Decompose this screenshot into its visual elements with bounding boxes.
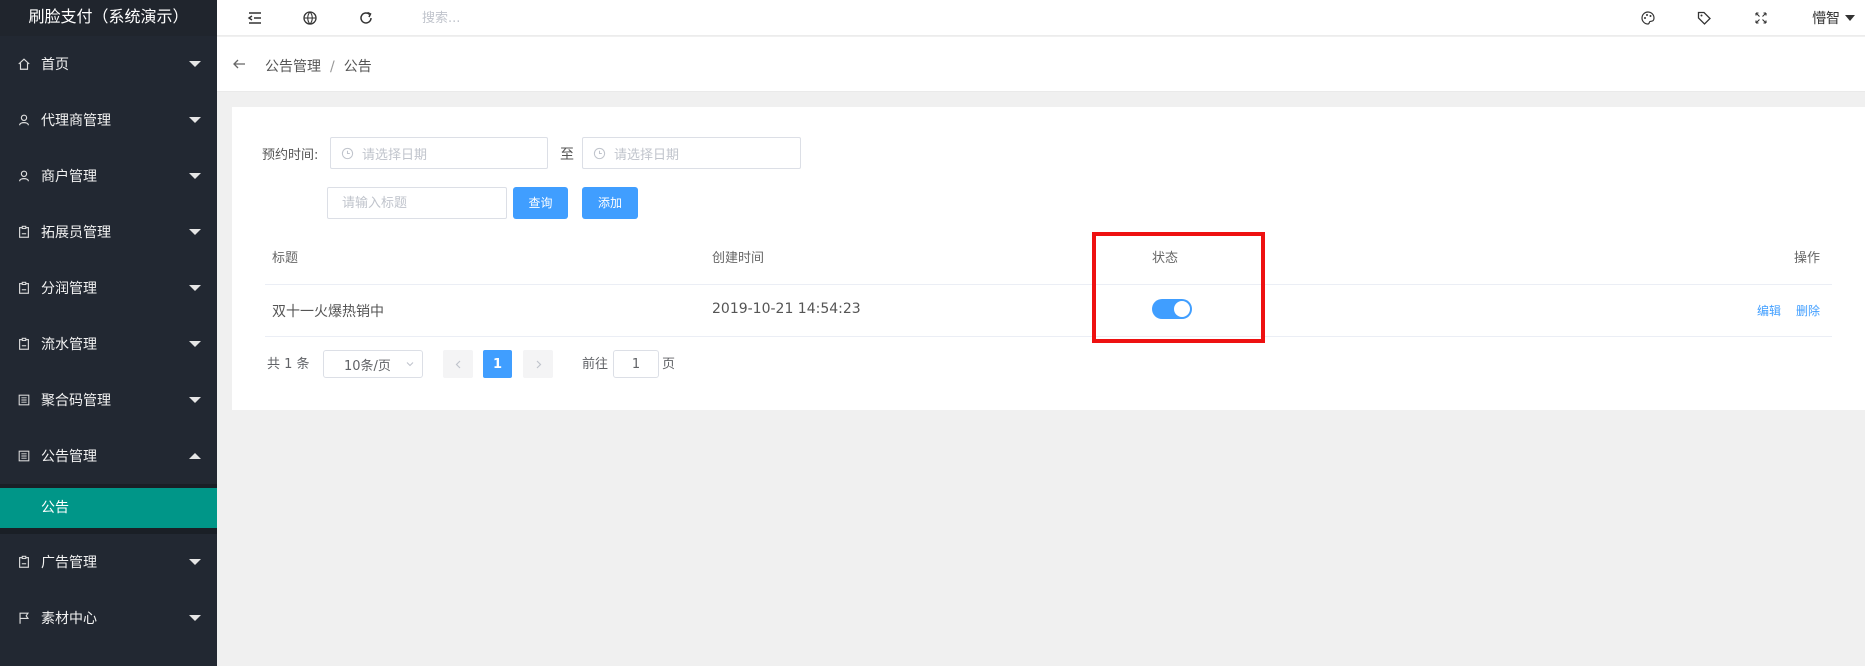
end-date-picker[interactable]: 请选择日期	[582, 137, 801, 169]
caret-up-icon	[189, 453, 201, 459]
breadcrumb-current: 公告	[343, 59, 372, 75]
sidebar-item-transactions[interactable]: 流水管理	[0, 316, 217, 372]
list-icon	[17, 449, 31, 463]
sidebar-item-label: 公告管理	[41, 449, 97, 465]
back-arrow-icon[interactable]	[231, 56, 247, 72]
sidebar-item-profit[interactable]: 分润管理	[0, 260, 217, 316]
clipboard-icon	[17, 225, 31, 239]
to-label: 至	[560, 147, 574, 163]
sidebar-item-ads[interactable]: 广告管理	[0, 534, 217, 590]
start-date-placeholder: 请选择日期	[362, 147, 428, 163]
page-size-value: 10条/页	[344, 358, 391, 374]
sidebar-item-label: 广告管理	[41, 555, 97, 571]
reservation-time-label: 预约时间:	[262, 148, 319, 163]
chevron-right-icon	[536, 360, 541, 368]
breadcrumb-bar: 公告管理 / 公告	[217, 37, 1865, 92]
clipboard-icon	[17, 337, 31, 351]
caret-down-icon	[189, 615, 201, 621]
caret-down-icon	[189, 229, 201, 235]
tag-icon[interactable]	[1695, 9, 1713, 27]
query-button[interactable]: 查询	[513, 187, 568, 219]
caret-down-icon	[189, 117, 201, 123]
caret-down-icon	[1845, 15, 1855, 21]
top-header: 懵智	[217, 0, 1865, 36]
row-created-time: 2019-10-21 14:54:23	[712, 301, 861, 317]
refresh-icon[interactable]	[357, 9, 375, 27]
add-button[interactable]: 添加	[582, 187, 638, 219]
row-divider	[265, 336, 1832, 337]
clipboard-icon	[17, 281, 31, 295]
sidebar-item-agents[interactable]: 代理商管理	[0, 92, 217, 148]
column-header-actions: 操作	[1794, 251, 1821, 266]
chevron-down-icon	[406, 362, 414, 367]
collapse-menu-icon[interactable]	[246, 9, 264, 27]
sidebar-item-materials[interactable]: 素材中心	[0, 590, 217, 646]
home-icon	[17, 57, 31, 71]
sidebar-item-aggregate-codes[interactable]: 聚合码管理	[0, 372, 217, 428]
prev-page-button[interactable]	[443, 350, 473, 378]
announcements-submenu: 公告	[0, 484, 217, 534]
sidebar-item-label: 流水管理	[41, 337, 97, 353]
highlight-box	[1092, 232, 1265, 343]
website-icon[interactable]	[301, 9, 319, 27]
breadcrumb-separator: /	[330, 59, 335, 75]
clipboard-icon	[17, 555, 31, 569]
start-date-picker[interactable]: 请选择日期	[330, 137, 548, 169]
sidebar-item-merchants[interactable]: 商户管理	[0, 148, 217, 204]
chevron-left-icon	[455, 360, 460, 368]
clock-icon	[341, 147, 354, 159]
row-divider	[265, 284, 1832, 285]
submenu-item-announcement[interactable]: 公告	[0, 488, 217, 528]
edit-link[interactable]: 编辑	[1757, 302, 1781, 319]
caret-down-icon	[189, 285, 201, 291]
user-icon	[17, 169, 31, 183]
fullscreen-icon[interactable]	[1752, 9, 1770, 27]
sidebar-item-promoters[interactable]: 拓展员管理	[0, 204, 217, 260]
user-menu[interactable]: 懵智	[1812, 8, 1855, 28]
breadcrumb-parent[interactable]: 公告管理	[265, 59, 321, 75]
sidebar-item-label: 首页	[41, 57, 69, 73]
flag-icon	[17, 611, 31, 625]
end-date-placeholder: 请选择日期	[614, 147, 680, 163]
delete-link[interactable]: 删除	[1796, 302, 1820, 319]
username: 懵智	[1812, 11, 1840, 27]
user-icon	[17, 113, 31, 127]
caret-down-icon	[189, 559, 201, 565]
list-icon	[17, 393, 31, 407]
page-size-select[interactable]: 10条/页	[323, 350, 423, 378]
goto-label: 前往	[582, 357, 609, 372]
column-header-created: 创建时间	[712, 251, 765, 266]
theme-palette-icon[interactable]	[1639, 9, 1657, 27]
sidebar-item-announcements[interactable]: 公告管理	[0, 428, 217, 484]
content-card: 预约时间: 请选择日期 至 请选择日期 查询 添加 标题 创建时间 状态 操作 …	[232, 107, 1865, 410]
sidebar: 刷脸支付（系统演示） 首页 代理商管理 商户管理 拓展员管理 分润管理 流水管理…	[0, 0, 217, 666]
caret-down-icon	[189, 61, 201, 67]
sidebar-item-label: 素材中心	[41, 611, 97, 627]
sidebar-item-label: 聚合码管理	[41, 393, 111, 409]
goto-page-input[interactable]	[613, 350, 659, 378]
caret-down-icon	[189, 397, 201, 403]
next-page-button[interactable]	[523, 350, 553, 378]
brand-title: 刷脸支付（系统演示）	[0, 0, 217, 36]
sidebar-item-label: 分润管理	[41, 281, 97, 297]
page-number-current[interactable]: 1	[483, 350, 512, 378]
sidebar-item-label: 拓展员管理	[41, 225, 111, 241]
sidebar-item-label: 商户管理	[41, 169, 97, 185]
title-search-input[interactable]	[327, 187, 507, 219]
sidebar-item-label: 代理商管理	[41, 113, 111, 129]
caret-down-icon	[189, 173, 201, 179]
row-title: 双十一火爆热销中	[272, 304, 384, 320]
breadcrumb: 公告管理 / 公告	[265, 56, 372, 76]
clock-icon	[593, 147, 606, 159]
sidebar-item-home[interactable]: 首页	[0, 36, 217, 92]
page-suffix-label: 页	[662, 357, 676, 372]
column-header-title: 标题	[272, 251, 299, 266]
caret-down-icon	[189, 341, 201, 347]
pagination-total: 共 1 条	[267, 357, 310, 372]
search-input[interactable]	[422, 8, 682, 28]
